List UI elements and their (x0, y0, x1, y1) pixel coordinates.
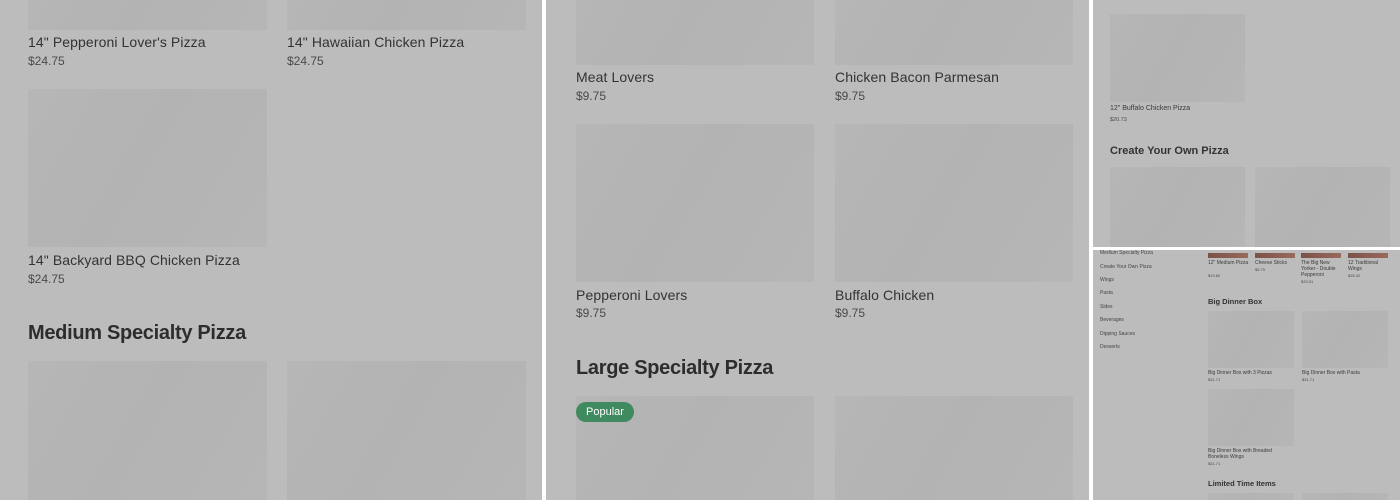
section-heading: Large Specialty Pizza (576, 357, 774, 379)
menu-item-name[interactable]: 14" Hawaiian Chicken Pizza (287, 34, 464, 50)
menu-item-image[interactable] (835, 124, 1073, 282)
menu-item-image[interactable] (1208, 253, 1248, 258)
section-heading: Limited Time Items (1208, 479, 1276, 488)
menu-item-name[interactable]: Buffalo Chicken (835, 287, 934, 303)
menu-item-image[interactable] (1302, 493, 1388, 500)
menu-item-name[interactable]: Big Dinner Box with Breaded Boneless Win… (1208, 448, 1278, 460)
menu-item-name[interactable]: Pepperoni Lovers (576, 287, 687, 303)
sidebar-nav-item[interactable]: Dipping Sauces (1100, 331, 1135, 337)
sidebar-nav-item[interactable]: Wings (1100, 277, 1114, 283)
menu-item-name[interactable]: Chicken Bacon Parmesan (835, 69, 999, 85)
menu-item-price: $24.75 (28, 54, 65, 68)
menu-item-price: $20.73 (1110, 117, 1127, 123)
menu-item-image[interactable] (287, 361, 526, 500)
menu-item-image[interactable] (1208, 493, 1294, 500)
menu-item-image[interactable] (28, 361, 267, 500)
menu-item-price: $24.75 (28, 272, 65, 286)
menu-item-name[interactable]: 12" Buffalo Chicken Pizza (1110, 105, 1190, 112)
menu-item-image[interactable] (835, 396, 1073, 500)
menu-item-name[interactable]: 12" Medium Pizza (1208, 260, 1250, 266)
menu-item-name[interactable]: Meat Lovers (576, 69, 654, 85)
screenshot-panel-2: Meat Lovers $9.75 Chicken Bacon Parmesan… (546, 0, 1089, 500)
menu-item-image[interactable] (835, 0, 1073, 65)
menu-item-price: $26.32 (1348, 273, 1361, 278)
menu-item-image[interactable] (1208, 311, 1294, 368)
menu-item-image[interactable] (576, 124, 814, 282)
menu-item-price: $31.71 (1302, 377, 1315, 382)
sidebar-nav-item[interactable]: Pasta (1100, 290, 1113, 296)
screenshot-panel-3: 12" Buffalo Chicken Pizza $20.73 Create … (1093, 0, 1400, 247)
menu-item-image[interactable] (28, 89, 267, 247)
menu-item-price: $9.75 (576, 89, 607, 103)
screenshot-panel-4: Medium Specialty Pizza Create Your Own P… (1093, 250, 1400, 500)
menu-item-price: $9.75 (576, 306, 607, 320)
menu-item-price: $33.51 (1301, 279, 1314, 284)
menu-item-name[interactable]: 14" Pepperoni Lover's Pizza (28, 34, 206, 50)
menu-item-image[interactable] (1110, 167, 1245, 247)
sidebar-nav-item[interactable]: Create Your Own Pizza (1100, 264, 1152, 270)
section-heading: Medium Specialty Pizza (28, 322, 246, 344)
popular-badge: Popular (576, 402, 634, 422)
menu-item-image[interactable] (287, 0, 526, 30)
menu-item-image[interactable] (576, 0, 814, 65)
menu-item-name[interactable]: 14" Backyard BBQ Chicken Pizza (28, 252, 240, 268)
menu-item-price: $9.75 (835, 306, 866, 320)
sidebar-nav-item[interactable]: Medium Specialty Pizza (1100, 250, 1153, 256)
section-heading: Create Your Own Pizza (1110, 145, 1229, 157)
menu-item-name[interactable]: Big Dinner Box with 3 Pizzas (1208, 370, 1272, 376)
screenshot-panel-1: 14" Pepperoni Lover's Pizza $24.75 14" H… (0, 0, 542, 500)
menu-item-name[interactable]: Cheese Sticks (1255, 260, 1297, 266)
sidebar-nav-item[interactable]: Desserts (1100, 344, 1120, 350)
menu-item-image[interactable] (1301, 253, 1341, 258)
menu-item-image[interactable] (1302, 311, 1388, 368)
menu-item-name[interactable]: 12 Traditional Wings (1348, 260, 1390, 272)
menu-item-image[interactable] (1208, 389, 1294, 446)
menu-item-price: $31.71 (1208, 461, 1221, 466)
menu-item-image[interactable] (1255, 253, 1295, 258)
section-heading: Big Dinner Box (1208, 297, 1263, 306)
menu-item-price: $9.75 (1255, 267, 1266, 272)
sidebar-nav-item[interactable]: Beverages (1100, 317, 1124, 323)
menu-item-image[interactable] (1255, 167, 1390, 247)
menu-item-price: $9.75 (835, 89, 866, 103)
menu-item-name[interactable]: The Big New Yorker - Double Pepperoni (1301, 260, 1343, 278)
menu-item-price: $24.75 (287, 54, 324, 68)
menu-item-price: $31.71 (1208, 377, 1221, 382)
menu-item-image[interactable] (1110, 14, 1245, 102)
menu-item-image[interactable] (1348, 253, 1388, 258)
menu-item-price: $19.60 (1208, 273, 1221, 278)
menu-item-name[interactable]: Big Dinner Box with Pasta (1302, 370, 1360, 376)
menu-item-image[interactable] (28, 0, 267, 30)
sidebar-nav-item[interactable]: Sides (1100, 304, 1113, 310)
